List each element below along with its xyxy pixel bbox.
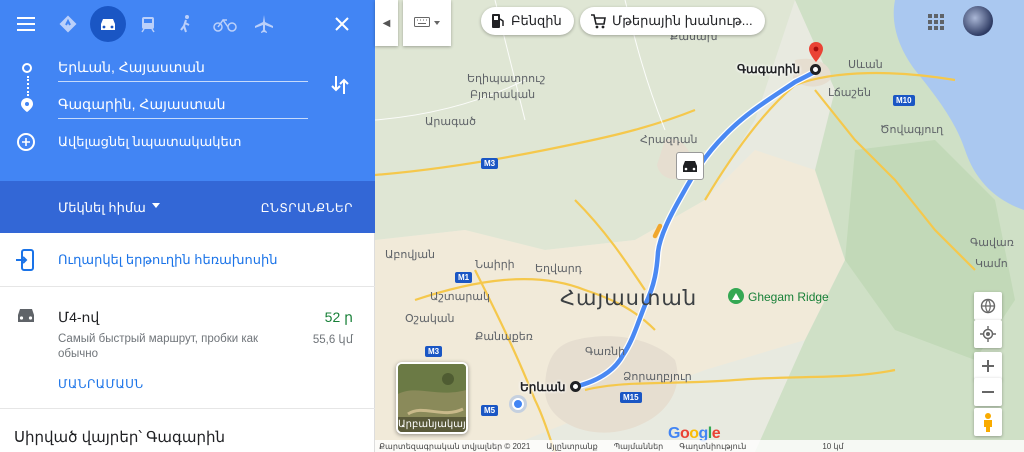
best-route-icon[interactable] [50,6,86,42]
car-marker-icon [676,152,704,180]
map-canvas[interactable]: Հայաստան Արագած Եղիպատրուշ Բյուրական Օշա… [375,0,1024,452]
directions-header: Երևան, Հայաստան Գագարին, Հայաստան Ավելաց… [0,0,375,181]
map-place: Նաիրի [475,259,515,271]
map-place: Եղիպատրուշ [467,73,546,85]
map-place: Աբովյան [385,249,436,261]
route-description: Самый быстрый маршрут, пробки как обычно [58,333,259,360]
apps-grid-icon[interactable] [928,14,944,35]
close-icon[interactable] [324,6,360,42]
keyboard-icon [414,14,430,32]
walking-mode-icon[interactable] [168,6,204,42]
add-destination-icon[interactable] [17,133,35,151]
origin-dot-icon [22,63,32,73]
map-place: Գավառ [970,237,1014,249]
map-place: Հրազդան [640,134,698,146]
zoom-out-button[interactable] [974,378,1002,406]
my-location-button[interactable] [974,320,1002,348]
cycling-mode-icon[interactable] [207,6,243,42]
scale-label[interactable]: 10 կմ [822,442,843,451]
map-place: Ծովագյուղ [880,124,944,136]
collapse-panel-button[interactable]: ◀ [375,0,398,46]
road-badge: M10 [893,95,915,106]
map-base [375,0,1024,452]
gas-station-icon [492,14,504,28]
origin-map-label: Երևան [520,380,566,394]
footer-link[interactable]: Այլընտրանք [546,442,597,451]
map-place: Բյուրական [470,89,536,101]
pegman-icon[interactable] [974,408,1002,436]
grocery-chip[interactable]: Մթերային խանութ... [580,7,765,35]
driving-mode-icon[interactable] [90,6,126,42]
travel-mode-row [0,6,375,42]
road-badge: M3 [481,158,499,169]
zoom-in-button[interactable] [974,352,1002,380]
fuel-chip[interactable]: Բենզին [481,7,574,35]
park-icon[interactable] [728,288,744,304]
map-place: Կամո [975,258,1008,270]
destination-pin-icon[interactable] [809,42,823,67]
route-details-link[interactable]: ՄԱՆՐԱՄԱՍՆ [58,377,144,391]
route-option[interactable]: Մ4-ով 52 ր Самый быстрый маршрут, пробки… [0,287,375,409]
destination-map-label: Գագարին [737,62,801,76]
avatar[interactable] [963,6,993,36]
chevron-down-icon [434,21,440,25]
road-badge: M1 [455,272,473,283]
destination-input[interactable]: Գագարին, Հայաստան [58,93,308,119]
map-place: Օշական [405,313,455,325]
route-time: 52 ր [324,309,353,325]
map-place: Գառնի [585,346,626,358]
car-icon [16,307,36,328]
map-country-label: Հայաստան [560,287,698,310]
road-badge: M3 [425,346,443,357]
depart-bar: Մեկնել հիմա ԸՆՏՐԱՆՔՆԵՐ [0,181,375,233]
fuel-chip-label: Բենզին [511,13,562,28]
route-name: Մ4-ով [58,309,100,325]
destination-pin-icon [21,98,33,117]
map-place: Արագած [425,116,476,128]
satellite-toggle[interactable]: Արբանյակային [396,362,468,434]
menu-icon[interactable] [8,6,44,42]
send-to-phone-label: Ուղարկել երթուղին հեռախոսին [58,252,278,267]
cart-icon [591,14,606,29]
map-footer: Քարտեզագրական տվյալներ © 2021 Այլընտրանք… [375,440,1024,452]
depart-now-dropdown[interactable]: Մեկնել հիմա [58,200,146,216]
add-destination-link[interactable]: Ավելացնել նպատակակետ [58,134,241,150]
map-place: Ձորաղբյուր [623,371,692,383]
origin-input[interactable]: Երևան, Հայաստան [58,56,308,82]
map-data-credit: Քարտեզագրական տվյալներ © 2021 [379,441,531,451]
map-place: Սևան [848,59,883,71]
poi-ghegam-label[interactable]: Ghegam Ridge [748,290,829,304]
directions-panel: Երևան, Հայաստան Գագարին, Հայաստան Ավելաց… [0,0,375,452]
map-place: Եղվարդ [535,263,582,275]
my-location-dot [512,398,524,410]
chevron-down-icon[interactable] [152,203,160,208]
swap-icon[interactable] [330,74,350,101]
road-badge: M15 [620,392,642,403]
transit-mode-icon[interactable] [130,6,166,42]
favorites-heading: Սիրված վայրեր՝ Գագարին [14,429,225,446]
keyboard-input-tool[interactable] [403,0,451,46]
route-distance: 55,6 կմ [312,334,353,346]
flight-mode-icon[interactable] [246,6,282,42]
map-place: Լճաշեն [828,87,871,99]
options-button[interactable]: ԸՆՏՐԱՆՔՆԵՐ [261,201,353,215]
route-dots [27,76,29,96]
footer-link[interactable]: Պայմաններ [614,442,664,451]
origin-marker[interactable] [570,381,581,392]
satellite-label: Արբանյակային [398,417,466,432]
send-to-phone-row[interactable]: Ուղարկել երթուղին հեռախոսին [0,233,375,287]
map-place: Քանաքեռ [475,331,533,343]
map-place: Աշտարակ [430,291,490,303]
footer-link[interactable]: Գաղտնիություն [679,442,746,451]
globe-icon[interactable] [974,292,1002,320]
grocery-chip-label: Մթերային խանութ... [612,13,753,28]
road-badge: M5 [481,405,499,416]
send-to-phone-icon [15,249,35,276]
